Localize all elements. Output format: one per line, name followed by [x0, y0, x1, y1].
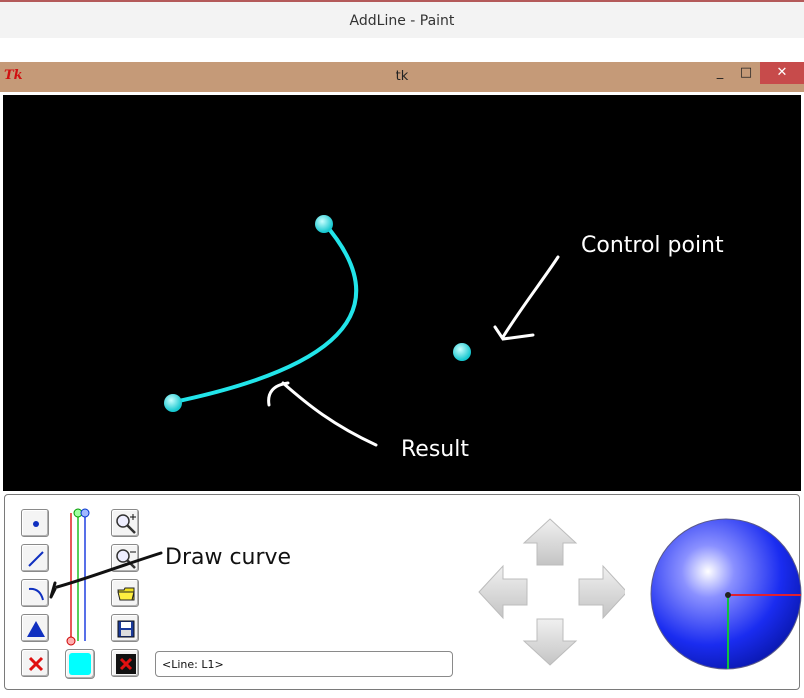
color-swatch-fill — [69, 653, 91, 675]
zoom-in-button[interactable] — [111, 509, 139, 537]
paint-window-title: AddLine - Paint — [349, 13, 455, 29]
result-annotation: Result — [401, 437, 469, 462]
result-curve[interactable] — [173, 221, 359, 404]
control-point[interactable] — [453, 343, 471, 361]
toolbar-panel: <Line: L1> Draw curve — [0, 492, 804, 698]
origin-icon — [725, 592, 731, 598]
zoom-in-icon — [116, 514, 136, 534]
draw-curve-annotation: Draw curve — [165, 545, 292, 570]
paint-title-bar: AddLine - Paint — [0, 0, 804, 38]
close-tool-button[interactable] — [111, 649, 139, 677]
pan-left-button[interactable] — [478, 564, 528, 620]
curve-start-point[interactable] — [164, 394, 182, 412]
black-x-icon — [116, 654, 136, 674]
result-arrow-icon — [267, 381, 378, 447]
rotation-sphere[interactable] — [649, 517, 804, 677]
red-x-icon — [28, 656, 44, 672]
close-button[interactable]: ✕ — [760, 62, 804, 84]
floppy-icon — [117, 620, 135, 638]
pan-right-button[interactable] — [578, 564, 625, 620]
dot-icon — [33, 521, 39, 527]
drawing-canvas[interactable]: Control point Result — [3, 95, 801, 491]
delete-tool-button[interactable] — [21, 649, 49, 677]
navigation-pad — [478, 518, 625, 666]
point-tool-button[interactable] — [21, 509, 49, 537]
draw-curve-arrow-icon — [49, 551, 163, 599]
tk-window-title: tk — [395, 69, 409, 84]
toolbar-frame: <Line: L1> Draw curve — [4, 494, 802, 690]
triangle-icon — [27, 621, 45, 637]
selection-field[interactable]: <Line: L1> — [155, 651, 453, 677]
polygon-tool-button[interactable] — [21, 614, 49, 642]
control-point-arrow-icon — [493, 255, 560, 341]
pan-down-button[interactable] — [522, 618, 578, 666]
red-slider-handle[interactable] — [66, 636, 76, 646]
pan-up-button[interactable] — [522, 518, 578, 566]
canvas-frame: Control point Result — [0, 92, 804, 492]
blue-slider-handle[interactable] — [80, 508, 90, 518]
curve-end-point[interactable] — [315, 215, 333, 233]
current-color-swatch[interactable] — [65, 649, 95, 679]
control-point-annotation: Control point — [581, 233, 724, 258]
paint-canvas-strip — [0, 38, 804, 62]
canvas-drawing — [164, 215, 560, 447]
tk-title-bar: Tk tk _ □ ✕ — [0, 62, 804, 92]
minimize-button[interactable]: _ — [706, 62, 734, 84]
maximize-button[interactable]: □ — [732, 62, 760, 84]
save-file-button[interactable] — [111, 614, 139, 642]
